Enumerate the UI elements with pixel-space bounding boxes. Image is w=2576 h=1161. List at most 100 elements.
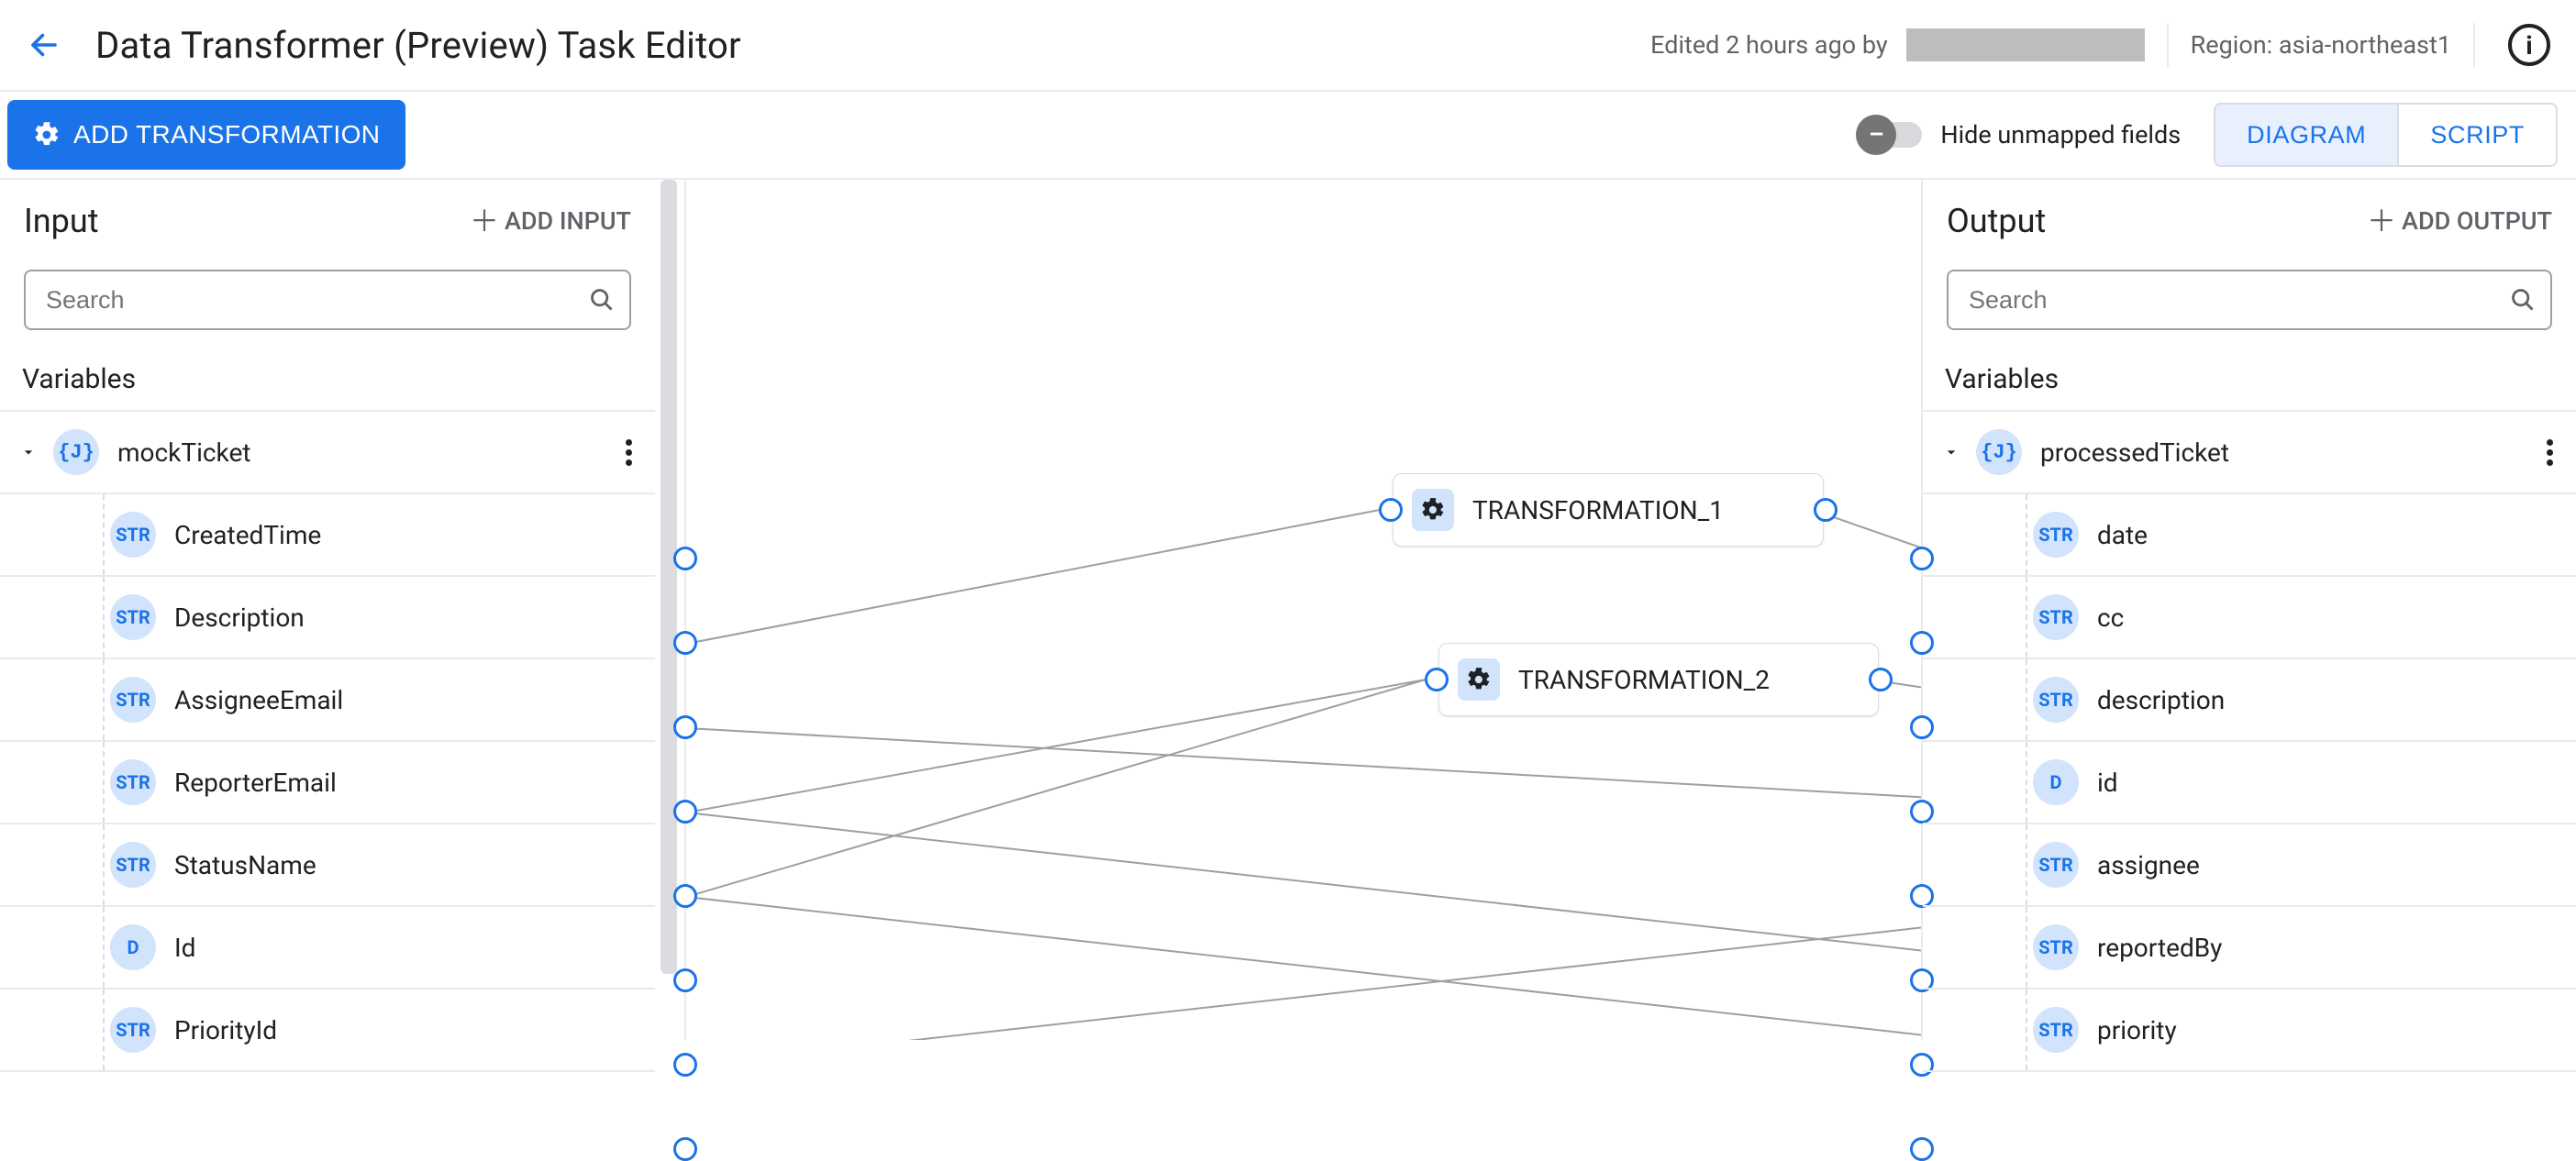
type-badge: STR xyxy=(110,594,156,640)
node-input-handle[interactable] xyxy=(1379,498,1403,522)
type-badge: STR xyxy=(2033,512,2079,558)
toolbar: ADD TRANSFORMATION – Hide unmapped field… xyxy=(0,92,2576,180)
minus-icon: – xyxy=(1856,115,1896,155)
input-panel-title: Input xyxy=(24,202,99,240)
info-icon: i xyxy=(2526,30,2532,61)
main: Input ＋ ADD INPUT Variables {J} mockTick… xyxy=(0,180,2576,1040)
add-output-button[interactable]: ＋ ADD OUTPUT xyxy=(2367,206,2552,236)
page-title: Data Transformer (Preview) Task Editor xyxy=(95,24,741,67)
region-label: Region: asia-northeast1 xyxy=(2191,30,2451,60)
input-search-input[interactable] xyxy=(24,270,631,330)
output-field-row[interactable]: STR reportedBy xyxy=(1923,907,2576,990)
output-field-row[interactable]: STR date xyxy=(1923,494,2576,577)
tab-script[interactable]: SCRIPT xyxy=(2399,105,2556,165)
input-root-row[interactable]: {J} mockTicket xyxy=(0,412,655,494)
input-panel: Input ＋ ADD INPUT Variables {J} mockTick… xyxy=(0,180,655,1040)
json-type-badge: {J} xyxy=(1976,429,2022,475)
editor-name-redacted xyxy=(1906,28,2145,61)
input-port-priorityid[interactable] xyxy=(673,1137,697,1161)
field-name: description xyxy=(2097,685,2225,715)
output-field-row[interactable]: STR description xyxy=(1923,659,2576,742)
output-field-row[interactable]: STRcc xyxy=(1923,577,2576,659)
field-name: AssigneeEmail xyxy=(174,685,343,715)
field-name: cc xyxy=(2097,603,2124,633)
add-transformation-label: ADD TRANSFORMATION xyxy=(73,120,380,149)
input-port-reporteremail[interactable] xyxy=(673,884,697,908)
output-search-input[interactable] xyxy=(1947,270,2552,330)
input-field-row[interactable]: D Id xyxy=(0,907,655,990)
output-tree: {J} processedTicket STRdate STRcc STRdes… xyxy=(1923,410,2576,1072)
input-field-row[interactable]: STR PriorityId xyxy=(0,990,655,1072)
edges-layer xyxy=(686,180,1921,1040)
transformation-node-1[interactable]: TRANSFORMATION_1 xyxy=(1393,473,1824,547)
field-name: PriorityId xyxy=(174,1015,277,1045)
type-badge: STR xyxy=(2033,842,2079,888)
hide-unmapped-label: Hide unmapped fields xyxy=(1940,120,2181,149)
type-badge: STR xyxy=(110,842,156,888)
input-port-id[interactable] xyxy=(673,1053,697,1077)
type-badge: STR xyxy=(2033,924,2079,970)
input-port-statusname[interactable] xyxy=(673,968,697,992)
add-transformation-button[interactable]: ADD TRANSFORMATION xyxy=(7,100,405,170)
input-port-assigneeemail[interactable] xyxy=(673,800,697,824)
field-name: id xyxy=(2097,768,2118,798)
type-badge: D xyxy=(110,924,156,970)
type-badge: D xyxy=(2033,759,2079,805)
input-field-row[interactable]: STR ReporterEmail xyxy=(0,742,655,824)
input-field-row[interactable]: STR Description xyxy=(0,577,655,659)
output-root-name: processedTicket xyxy=(2040,437,2229,468)
info-button[interactable]: i xyxy=(2508,24,2550,66)
type-badge: STR xyxy=(110,759,156,805)
type-badge: STR xyxy=(2033,677,2079,723)
output-field-row[interactable]: STRpriority xyxy=(1923,990,2576,1072)
output-panel: Output ＋ ADD OUTPUT Variables {J} proces… xyxy=(1921,180,2576,1040)
output-root-row[interactable]: {J} processedTicket xyxy=(1923,412,2576,494)
input-port-mockticket[interactable] xyxy=(673,547,697,570)
view-mode-segmented: DIAGRAM SCRIPT xyxy=(2214,103,2558,167)
input-field-row[interactable]: STR StatusName xyxy=(0,824,655,907)
field-name: reportedBy xyxy=(2097,933,2222,963)
gear-icon xyxy=(1412,489,1454,531)
more-menu-button[interactable] xyxy=(2534,439,2565,466)
node-input-handle[interactable] xyxy=(1425,668,1449,691)
input-port-description[interactable] xyxy=(673,715,697,739)
hide-unmapped-toggle[interactable]: – xyxy=(1863,122,1922,148)
tab-diagram[interactable]: DIAGRAM xyxy=(2215,105,2397,165)
input-field-row[interactable]: STR AssigneeEmail xyxy=(0,659,655,742)
input-variables-label: Variables xyxy=(0,354,655,410)
field-name: Id xyxy=(174,933,195,963)
node-output-handle[interactable] xyxy=(1869,668,1893,691)
input-panel-scrollbar[interactable] xyxy=(655,180,684,1040)
output-variables-label: Variables xyxy=(1923,354,2576,410)
caret-down-icon[interactable] xyxy=(15,443,42,461)
field-name: Description xyxy=(174,603,305,633)
add-input-button[interactable]: ＋ ADD INPUT xyxy=(470,206,631,236)
edited-by-label: Edited 2 hours ago by xyxy=(1650,30,1888,60)
scroll-thumb[interactable] xyxy=(661,180,677,974)
field-name: StatusName xyxy=(174,850,316,880)
field-name: ReporterEmail xyxy=(174,768,337,798)
input-port-createdtime[interactable] xyxy=(673,631,697,655)
gear-icon xyxy=(33,121,61,149)
output-port-priority[interactable] xyxy=(1910,1137,1934,1161)
output-field-row[interactable]: STRassignee xyxy=(1923,824,2576,907)
diagram-canvas[interactable]: TRANSFORMATION_1 TRANSFORMATION_2 xyxy=(686,180,1921,1040)
node-output-handle[interactable] xyxy=(1814,498,1838,522)
type-badge: STR xyxy=(110,677,156,723)
input-tree: {J} mockTicket STRCreatedTime STR Descrip… xyxy=(0,410,655,1072)
node-label: TRANSFORMATION_2 xyxy=(1518,665,1770,695)
back-button[interactable] xyxy=(26,27,62,63)
type-badge: STR xyxy=(110,1007,156,1053)
search-icon xyxy=(2510,287,2536,313)
transformation-node-2[interactable]: TRANSFORMATION_2 xyxy=(1438,643,1879,716)
add-input-label: ADD INPUT xyxy=(505,206,631,236)
add-output-label: ADD OUTPUT xyxy=(2402,206,2552,236)
input-field-row[interactable]: STRCreatedTime xyxy=(0,494,655,577)
more-menu-button[interactable] xyxy=(613,439,644,466)
field-name: date xyxy=(2097,520,2148,550)
top-bar: Data Transformer (Preview) Task Editor E… xyxy=(0,0,2576,92)
gear-icon xyxy=(1458,658,1500,701)
output-field-row[interactable]: Did xyxy=(1923,742,2576,824)
search-icon xyxy=(589,287,615,313)
caret-down-icon[interactable] xyxy=(1938,443,1965,461)
